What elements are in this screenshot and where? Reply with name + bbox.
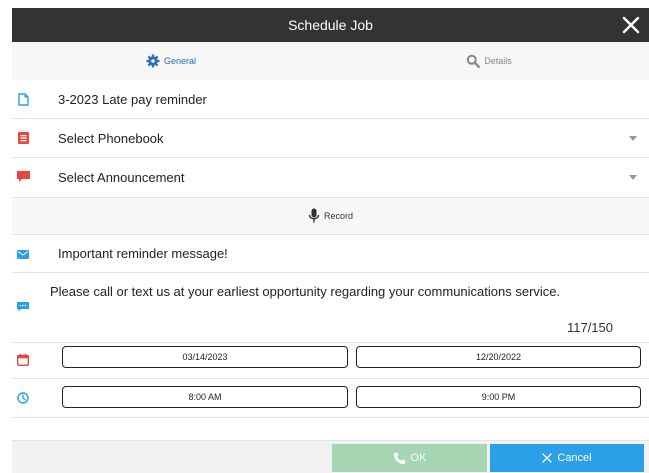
record-button[interactable]: Record bbox=[12, 198, 649, 235]
character-counter: 117/150 bbox=[566, 320, 613, 335]
cancel-button[interactable]: Cancel bbox=[490, 444, 644, 472]
close-icon bbox=[542, 453, 553, 463]
dialog-title: Schedule Job bbox=[288, 17, 373, 33]
start-date-label: 03/14/2023 bbox=[182, 352, 228, 362]
message-row[interactable]: Please call or text us at your earliest … bbox=[12, 273, 649, 343]
tab-general[interactable]: General bbox=[12, 42, 330, 80]
list-icon bbox=[16, 131, 30, 145]
start-time-label: 8:00 AM bbox=[188, 392, 222, 402]
title-bar: Schedule Job bbox=[12, 8, 649, 42]
ok-button[interactable]: OK bbox=[332, 444, 487, 472]
start-date-button[interactable]: 03/14/2023 bbox=[62, 346, 348, 368]
subject-row[interactable]: Important reminder message! bbox=[12, 235, 649, 273]
microphone-icon bbox=[308, 208, 320, 224]
tab-bar: General Details bbox=[12, 42, 649, 81]
ok-label: OK bbox=[410, 452, 427, 464]
comment-icon bbox=[16, 300, 30, 314]
start-time-button[interactable]: 8:00 AM bbox=[62, 386, 348, 408]
close-icon[interactable] bbox=[619, 13, 643, 37]
subject-input[interactable]: Important reminder message! bbox=[58, 246, 228, 261]
search-icon bbox=[466, 54, 481, 68]
gear-icon bbox=[146, 54, 160, 68]
document-icon bbox=[16, 92, 30, 106]
message-textarea[interactable]: Please call or text us at your earliest … bbox=[50, 284, 610, 299]
tab-details[interactable]: Details bbox=[330, 42, 648, 80]
end-time-button[interactable]: 9:00 PM bbox=[356, 386, 641, 408]
job-name-input[interactable]: 3-2023 Late pay reminder bbox=[58, 92, 207, 107]
time-row: 8:00 AM 9:00 PM bbox=[12, 379, 649, 418]
chevron-down-icon bbox=[629, 136, 637, 141]
phone-icon bbox=[393, 452, 406, 465]
calendar-icon bbox=[16, 353, 30, 367]
schedule-job-dialog: Schedule Job General Details 3-2023 Late… bbox=[12, 8, 649, 473]
dialog-footer: OK Cancel bbox=[12, 440, 649, 473]
cancel-label: Cancel bbox=[557, 452, 592, 464]
announcement-select[interactable]: Select Announcement bbox=[58, 170, 184, 185]
end-time-label: 9:00 PM bbox=[481, 392, 516, 402]
tab-general-label: General bbox=[163, 56, 197, 66]
phonebook-row[interactable]: Select Phonebook bbox=[12, 119, 649, 158]
job-name-row[interactable]: 3-2023 Late pay reminder bbox=[12, 80, 649, 119]
date-row: 03/14/2023 12/20/2022 bbox=[12, 343, 649, 379]
chat-icon bbox=[16, 170, 30, 184]
chevron-down-icon bbox=[629, 175, 637, 180]
record-label: Record bbox=[323, 211, 353, 221]
tab-details-label: Details bbox=[484, 56, 512, 66]
clock-icon bbox=[16, 391, 30, 405]
envelope-icon bbox=[16, 247, 30, 261]
announcement-row[interactable]: Select Announcement bbox=[12, 158, 649, 198]
phonebook-select[interactable]: Select Phonebook bbox=[58, 131, 164, 146]
end-date-label: 12/20/2022 bbox=[475, 352, 522, 362]
end-date-button[interactable]: 12/20/2022 bbox=[356, 346, 641, 368]
